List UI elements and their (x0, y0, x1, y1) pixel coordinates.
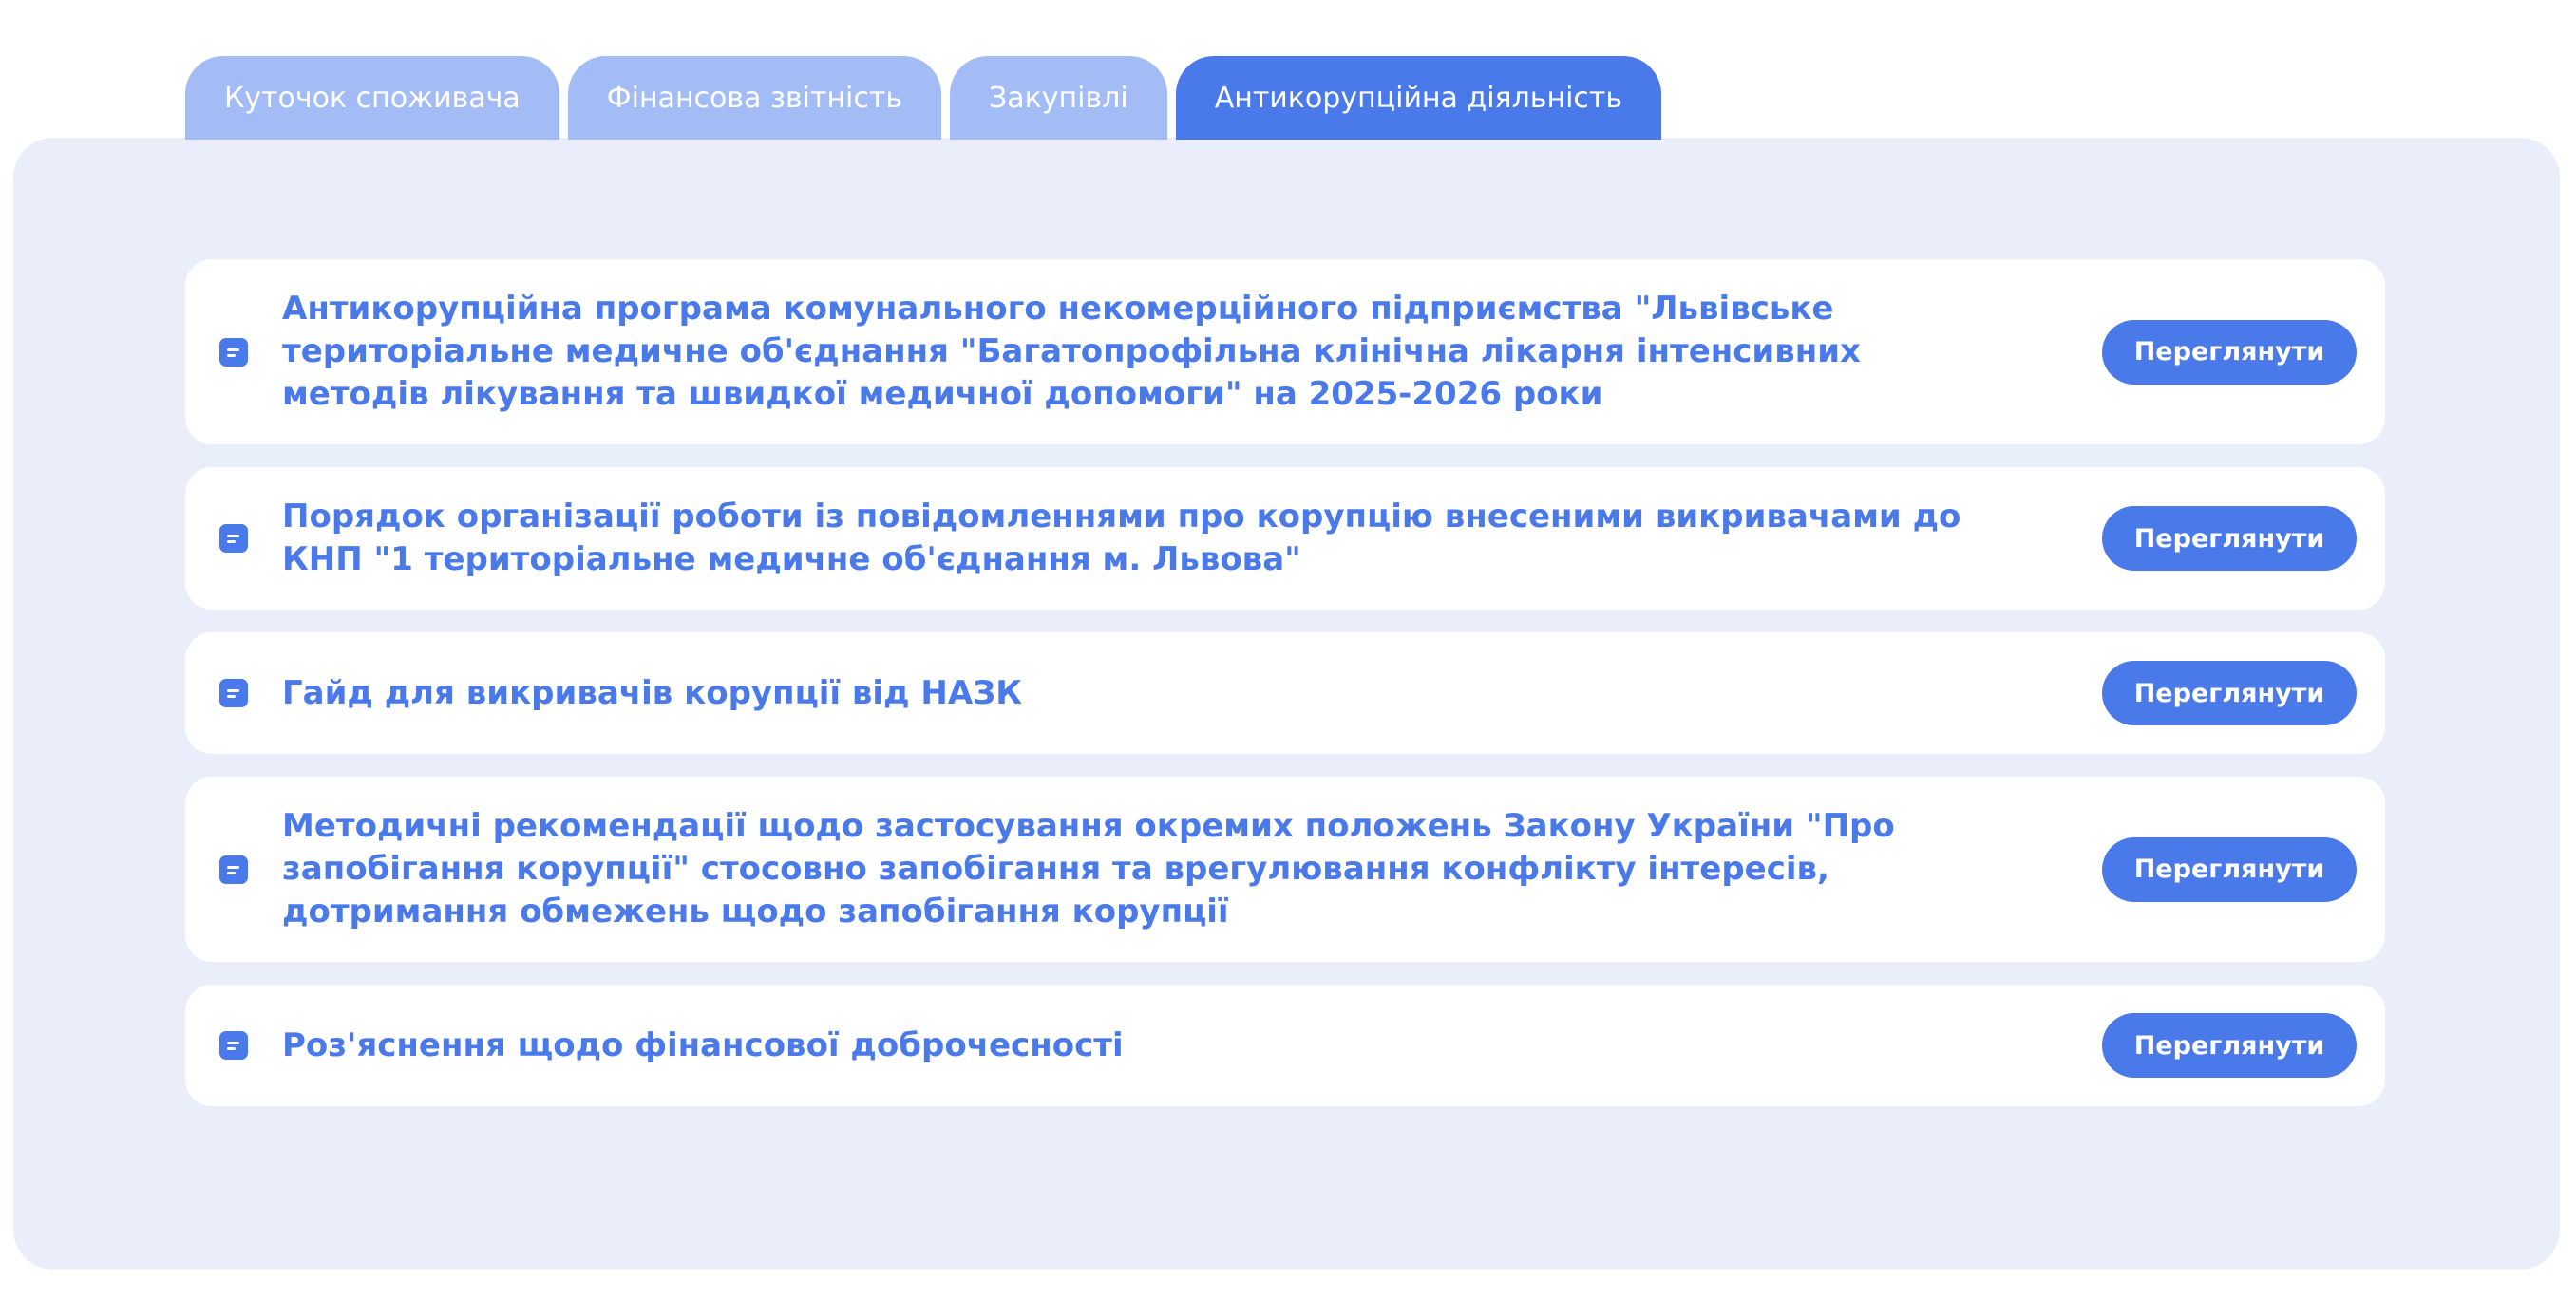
content-panel: Антикорупційна програма комунального нек… (13, 138, 2560, 1269)
document-icon (219, 1031, 248, 1060)
document-icon (219, 679, 248, 707)
document-title[interactable]: Порядок організації роботи із повідомлен… (282, 496, 2102, 581)
list-item: Роз'яснення щодо фінансової доброчесност… (185, 985, 2385, 1106)
document-title[interactable]: Антикорупційна програма комунального нек… (282, 288, 2102, 416)
view-button[interactable]: Переглянути (2102, 836, 2357, 902)
tab-financial-reports[interactable]: Фінансова звітність (567, 56, 942, 140)
view-button[interactable]: Переглянути (2102, 1013, 2357, 1078)
document-icon (219, 855, 248, 884)
tab-bar: Куточок споживача Фінансова звітність За… (185, 56, 1662, 140)
list-item: Гайд для викривачів корупції від НАЗК Пе… (185, 632, 2385, 754)
document-title[interactable]: Гайд для викривачів корупції від НАЗК (282, 672, 2102, 715)
document-icon (219, 337, 248, 367)
view-button[interactable]: Переглянути (2102, 319, 2357, 385)
list-item: Антикорупційна програма комунального нек… (185, 259, 2385, 444)
view-button[interactable]: Переглянути (2102, 506, 2357, 571)
document-title[interactable]: Методичні рекомендації щодо застосування… (282, 805, 2102, 933)
tab-anticorruption[interactable]: Антикорупційна діяльність (1175, 56, 1662, 140)
document-list: Антикорупційна програма комунального нек… (185, 259, 2385, 1106)
list-item: Порядок організації роботи із повідомлен… (185, 467, 2385, 610)
tab-consumer-corner[interactable]: Куточок споживача (185, 56, 559, 140)
tab-procurement[interactable]: Закупівлі (950, 56, 1167, 140)
view-button[interactable]: Переглянути (2102, 661, 2357, 725)
document-title[interactable]: Роз'яснення щодо фінансової доброчесност… (282, 1024, 2102, 1067)
document-icon (219, 524, 248, 553)
list-item: Методичні рекомендації щодо застосування… (185, 777, 2385, 962)
